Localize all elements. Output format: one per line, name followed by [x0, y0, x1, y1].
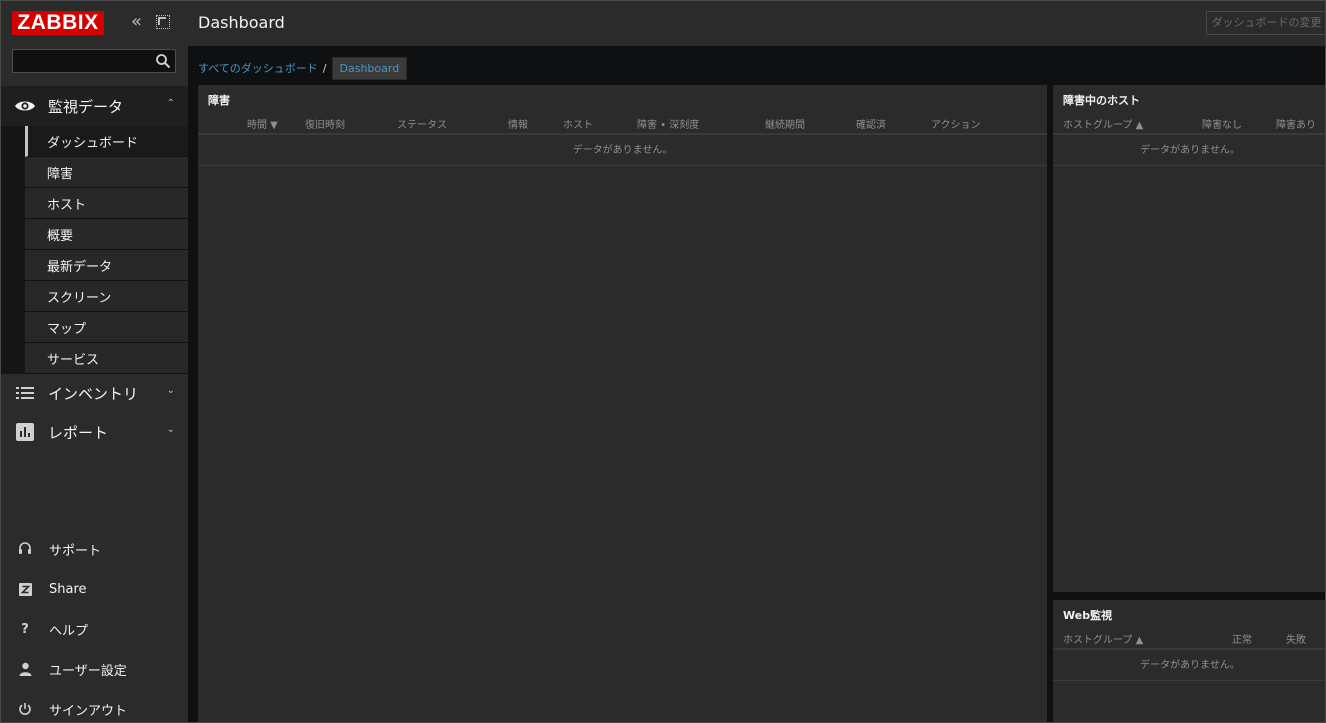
sidebar-help-label: ヘルプ [49, 623, 89, 639]
sidebar-item-dashboard[interactable]: ダッシュボード [25, 126, 188, 157]
menu-reports-label: レポート [48, 423, 109, 442]
list-icon [14, 382, 36, 404]
eye-icon [14, 95, 36, 117]
sidebar-support-label: サポート [49, 543, 102, 559]
no-data-message: データがありません。 [1053, 650, 1325, 681]
edit-dashboard-button[interactable]: ダッシュボードの変更 [1206, 11, 1325, 35]
column-actions: アクション [931, 120, 981, 131]
column-info: 情報 [508, 120, 528, 131]
page-header: Dashboard ダッシュボードの変更 [188, 1, 1325, 46]
sidebar-item-latest-data[interactable]: 最新データ [25, 250, 188, 281]
help-icon: ? [21, 621, 29, 637]
sidebar-share[interactable]: Share [1, 569, 188, 609]
problems-widget: 障害 時間 ▼ 復旧時刻 ステータス 情報 ホスト 障害 • 深刻度 継続期間 … [198, 85, 1047, 722]
bar-chart-icon [14, 421, 36, 443]
menu-reports-header[interactable]: レポート ⌄ [1, 412, 188, 452]
sidebar-item-maps[interactable]: マップ [25, 312, 188, 343]
column-acknowledged: 確認済 [856, 120, 886, 131]
collapse-sidebar-icon[interactable]: « [131, 13, 147, 31]
power-icon [17, 701, 33, 717]
menu-monitoring-label: 監視データ [48, 97, 124, 116]
kiosk-mode-icon[interactable] [156, 15, 170, 29]
breadcrumb-separator: / [322, 61, 327, 75]
table-header: ホストグループ ▲ 正常 失敗 [1053, 626, 1325, 650]
search-box [12, 49, 176, 73]
menu-monitoring: 監視データ ⌃ ダッシュボード 障害 ホスト 概要 最新データ スクリーン マッ… [1, 86, 188, 374]
search-input[interactable] [13, 50, 153, 72]
column-failed: 失敗 [1286, 635, 1306, 646]
page-title: Dashboard [198, 13, 285, 32]
hosts-with-problems-widget: 障害中のホスト ホストグループ ▲ 障害なし 障害あり データがありません。 [1053, 85, 1325, 592]
column-recovery-time: 復旧時刻 [305, 120, 345, 131]
monitoring-submenu: ダッシュボード 障害 ホスト 概要 最新データ スクリーン マップ サービス [1, 126, 188, 374]
web-monitoring-widget: Web監視 ホストグループ ▲ 正常 失敗 データがありません。 [1053, 600, 1325, 722]
sidebar-sign-out-label: サインアウト [49, 703, 128, 719]
no-data-message: データがありません。 [1053, 135, 1325, 166]
sidebar-item-services[interactable]: サービス [25, 343, 188, 374]
column-host-group[interactable]: ホストグループ ▲ [1063, 631, 1143, 646]
table-header: ホストグループ ▲ 障害なし 障害あり [1053, 111, 1325, 135]
column-host: ホスト [563, 120, 593, 131]
sidebar-sign-out[interactable]: サインアウト [1, 689, 188, 722]
menu-monitoring-header[interactable]: 監視データ ⌃ [1, 86, 188, 126]
chevron-down-icon: ⌄ [166, 424, 175, 435]
menu-reports: レポート ⌄ [1, 412, 188, 452]
zabbix-logo[interactable]: ZABBIX [12, 11, 104, 35]
sidebar-user-settings-label: ユーザー設定 [49, 663, 127, 679]
menu-inventory: インベントリ ⌄ [1, 373, 188, 413]
breadcrumb-current[interactable]: Dashboard [331, 56, 408, 80]
chevron-down-icon: ⌄ [166, 385, 175, 396]
column-host-group[interactable]: ホストグループ ▲ [1063, 116, 1143, 131]
sidebar-item-problems[interactable]: 障害 [25, 157, 188, 188]
column-with-problems: 障害あり [1276, 120, 1316, 131]
column-ok: 正常 [1232, 635, 1252, 646]
zabbix-app: ZABBIX « 監視データ ⌃ ダッシュボード 障害 ホスト 概要 最新データ… [0, 0, 1326, 723]
headset-icon [17, 541, 33, 557]
sidebar-support[interactable]: サポート [1, 529, 188, 569]
chevron-up-icon: ⌃ [166, 98, 175, 109]
sidebar-user-settings[interactable]: ユーザー設定 [1, 649, 188, 689]
breadcrumb: すべてのダッシュボード / Dashboard [198, 56, 408, 80]
sidebar-item-overview[interactable]: 概要 [25, 219, 188, 250]
column-problem-severity: 障害 • 深刻度 [637, 120, 700, 131]
widget-title: 障害中のホスト [1063, 94, 1140, 107]
widget-title: Web監視 [1063, 609, 1113, 622]
menu-inventory-label: インベントリ [48, 384, 139, 403]
sidebar-help[interactable]: ? ヘルプ [1, 609, 188, 649]
column-time[interactable]: 時間 ▼ [247, 116, 278, 131]
column-status: ステータス [397, 120, 447, 131]
widget-title: 障害 [208, 94, 230, 107]
no-data-message: データがありません。 [198, 135, 1047, 166]
search-icon[interactable] [155, 53, 171, 69]
menu-inventory-header[interactable]: インベントリ ⌄ [1, 373, 188, 413]
sidebar-share-label: Share [49, 581, 87, 597]
sidebar-item-hosts[interactable]: ホスト [25, 188, 188, 219]
table-header: 時間 ▼ 復旧時刻 ステータス 情報 ホスト 障害 • 深刻度 継続期間 確認済… [198, 111, 1047, 135]
share-z-icon [17, 581, 33, 597]
sidebar: ZABBIX « 監視データ ⌃ ダッシュボード 障害 ホスト 概要 最新データ… [1, 1, 188, 722]
sidebar-item-screens[interactable]: スクリーン [25, 281, 188, 312]
column-without-problems: 障害なし [1202, 120, 1242, 131]
breadcrumb-all-dashboards[interactable]: すべてのダッシュボード [198, 60, 318, 76]
user-icon [17, 661, 33, 677]
column-duration: 継続期間 [765, 120, 805, 131]
